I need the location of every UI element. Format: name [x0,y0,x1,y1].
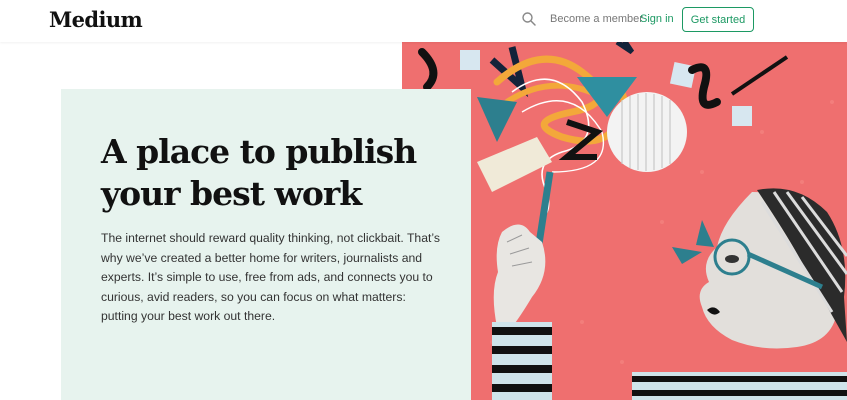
hero-description: The internet should reward quality think… [101,231,440,324]
become-member-link[interactable]: Become a member [550,13,643,25]
medium-logo[interactable]: Medium [49,7,143,32]
hero-card: A place to publish your best work The in… [61,89,471,400]
search-icon[interactable] [521,11,537,27]
sign-in-link[interactable]: Sign in [640,13,674,25]
top-navigation: Medium Become a member Sign in Get start… [0,0,847,42]
title-line-2: your best work [101,174,362,213]
page-title: A place to publish your best work [101,131,441,215]
get-started-button[interactable]: Get started [682,7,754,32]
title-line-1: A place to publish [101,132,417,171]
